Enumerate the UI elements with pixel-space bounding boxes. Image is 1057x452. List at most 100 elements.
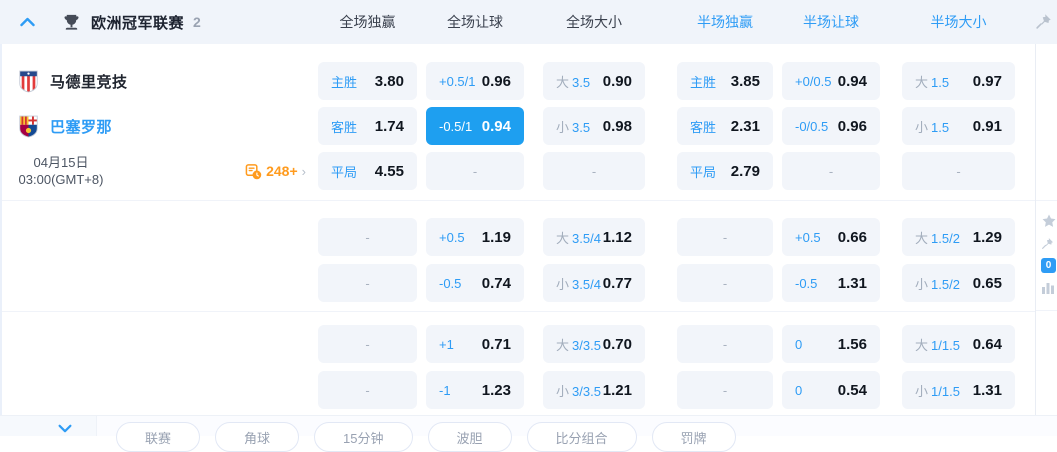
odds-cell-ht-under[interactable]: 小 1.5/2 0.65 (902, 264, 1015, 302)
more-markets-link[interactable]: 248+ › (245, 163, 306, 180)
odds-cell-ft1x2-draw[interactable]: 平局 4.55 (318, 152, 417, 190)
odds-cell-empty[interactable]: - (677, 325, 773, 363)
odds-cell-ht-handicap[interactable]: -0.5 1.31 (782, 264, 880, 302)
odds-cell-ft-handicap[interactable]: -1 1.23 (426, 371, 524, 409)
odds-value: 1.31 (837, 274, 867, 292)
counter-badge[interactable]: 0 (1041, 258, 1056, 273)
odds-label: 小 1.5 (915, 119, 950, 135)
odds-label: 0 (795, 336, 803, 352)
kickoff-date: 04月15日 (33, 155, 89, 170)
dash: - (722, 229, 728, 245)
dash: - (956, 163, 961, 179)
odds-cell-ht-over[interactable]: 大 1/1.5 0.64 (902, 325, 1015, 363)
odds-value: 0.71 (481, 335, 511, 353)
odds-cell-ft-over[interactable]: 大 3.5 0.90 (543, 62, 645, 100)
column-header-halftime-overunder[interactable]: 半场大小 (902, 12, 1015, 32)
odds-label: 平局 (690, 164, 717, 180)
dash: - (722, 275, 728, 291)
odds-cell-ht-under[interactable]: 小 1.5 0.91 (902, 107, 1015, 145)
column-header-halftime-handicap[interactable]: 半场让球 (782, 12, 880, 32)
odds-label: 小 3.5 (556, 119, 591, 135)
pill-15min[interactable]: 15分钟 (314, 422, 413, 452)
odds-value: 2.31 (730, 117, 760, 135)
column-header-halftime-1x2[interactable]: 半场独赢 (677, 12, 773, 32)
odds-cell-ft-under[interactable]: 小 3.5 0.98 (543, 107, 645, 145)
odds-value: 0.91 (972, 117, 1002, 135)
dash: - (365, 336, 370, 352)
odds-label: 主胜 (331, 74, 358, 90)
pill-score-combo[interactable]: 比分组合 (526, 422, 637, 452)
odds-cell-empty[interactable]: - (677, 218, 773, 256)
match-meta-row: 04月15日 03:00(GMT+8) 248+ › (0, 152, 318, 190)
match-info-column: 马德里竞技 巴塞罗那 04月15日 03:00(GMT+8) 248+ › (0, 62, 318, 190)
odds-cell-empty[interactable]: - (318, 218, 417, 256)
odds-cell-empty[interactable]: - (782, 152, 880, 190)
odds-cell-ht-handicap[interactable]: 0 0.54 (782, 371, 880, 409)
odds-cell-ht-handicap-away[interactable]: -0/0.5 0.96 (782, 107, 880, 145)
odds-cell-ht1x2-home[interactable]: 主胜 3.85 (677, 62, 773, 100)
odds-label: +0.5/1 (439, 73, 476, 89)
odds-cell-ht-over[interactable]: 大 1.5 0.97 (902, 62, 1015, 100)
group-divider (1036, 310, 1057, 311)
odds-cell-ft-over[interactable]: 大 3/3.5 0.70 (543, 325, 645, 363)
odds-cell-empty[interactable]: - (677, 264, 773, 302)
odds-cell-ft-handicap-home[interactable]: +0.5/1 0.96 (426, 62, 524, 100)
dash: - (365, 275, 370, 291)
odds-cell-empty[interactable]: - (543, 152, 645, 190)
odds-cell-ft1x2-home[interactable]: 主胜 3.80 (318, 62, 417, 100)
stats-bars-icon[interactable] (1041, 281, 1055, 294)
odds-cell-ht1x2-draw[interactable]: 平局 2.79 (677, 152, 773, 190)
away-team-crest-icon (18, 115, 39, 138)
odds-value: 3.85 (730, 72, 760, 90)
odds-group-main: 马德里竞技 巴塞罗那 04月15日 03:00(GMT+8) 248+ › 主胜… (0, 44, 1057, 200)
odds-cell-empty[interactable]: - (318, 325, 417, 363)
odds-cell-empty[interactable]: - (902, 152, 1015, 190)
odds-cell-ft-handicap-away-selected[interactable]: -0.5/1 0.94 (426, 107, 524, 145)
odds-cell-ft-handicap[interactable]: -0.5 0.74 (426, 264, 524, 302)
pill-corners[interactable]: 角球 (215, 422, 300, 452)
odds-cell-empty[interactable]: - (677, 371, 773, 409)
odds-cell-ft-under[interactable]: 小 3/3.5 1.21 (543, 371, 645, 409)
odds-cell-ht-handicap[interactable]: +0.5 0.66 (782, 218, 880, 256)
odds-cell-empty[interactable]: - (318, 371, 417, 409)
collapse-chevron-up-icon[interactable] (20, 17, 42, 27)
odds-cell-ht1x2-away[interactable]: 客胜 2.31 (677, 107, 773, 145)
odds-label: +0.5 (795, 229, 821, 245)
odds-cell-ft1x2-away[interactable]: 客胜 1.74 (318, 107, 417, 145)
away-team-row[interactable]: 巴塞罗那 (0, 107, 318, 145)
odds-cell-ft-handicap[interactable]: +1 0.71 (426, 325, 524, 363)
pill-league[interactable]: 联赛 (116, 422, 201, 452)
league-name: 欧洲冠军联赛 (91, 14, 185, 32)
dash: - (365, 229, 370, 245)
dash: - (722, 382, 728, 398)
favorite-star-icon[interactable] (1041, 213, 1057, 229)
odds-cell-ft-under[interactable]: 小 3.5/4 0.77 (543, 264, 645, 302)
dash: - (828, 163, 834, 179)
column-header-fulltime-handicap[interactable]: 全场让球 (426, 12, 524, 32)
odds-cell-empty[interactable]: - (426, 152, 524, 190)
odds-cell-ft-handicap[interactable]: +0.5 1.19 (426, 218, 524, 256)
odds-value: 0.97 (972, 72, 1002, 90)
column-header-fulltime-1x2[interactable]: 全场独赢 (318, 12, 417, 32)
odds-cell-ft-over[interactable]: 大 3.5/4 1.12 (543, 218, 645, 256)
odds-label: 客胜 (331, 119, 358, 135)
odds-cell-ht-under[interactable]: 小 1/1.5 1.31 (902, 371, 1015, 409)
odds-cell-ht-over[interactable]: 大 1.5/2 1.29 (902, 218, 1015, 256)
expand-chevron-down-icon[interactable] (58, 424, 72, 433)
odds-cell-ht-handicap[interactable]: 0 1.56 (782, 325, 880, 363)
odds-value: 1.23 (481, 381, 511, 399)
home-team-row[interactable]: 马德里竞技 (0, 62, 318, 100)
pill-correct-score[interactable]: 波胆 (427, 422, 512, 452)
pin-icon[interactable] (1035, 13, 1052, 30)
odds-label: 主胜 (690, 74, 717, 90)
odds-value: 2.79 (730, 162, 760, 180)
column-header-fulltime-overunder[interactable]: 全场大小 (543, 12, 645, 32)
pill-cards[interactable]: 罚牌 (651, 422, 736, 452)
odds-cell-empty[interactable]: - (318, 264, 417, 302)
odds-label: -0.5/1 (439, 118, 473, 134)
odds-cell-ht-handicap-home[interactable]: +0/0.5 0.94 (782, 62, 880, 100)
odds-label: -0.5 (795, 275, 818, 291)
pin-small-icon[interactable] (1041, 237, 1054, 250)
league-header: 欧洲冠军联赛 2 全场独赢 全场让球 全场大小 半场独赢 半场让球 半场大小 (0, 0, 1057, 44)
odds-label: +0/0.5 (795, 73, 832, 89)
